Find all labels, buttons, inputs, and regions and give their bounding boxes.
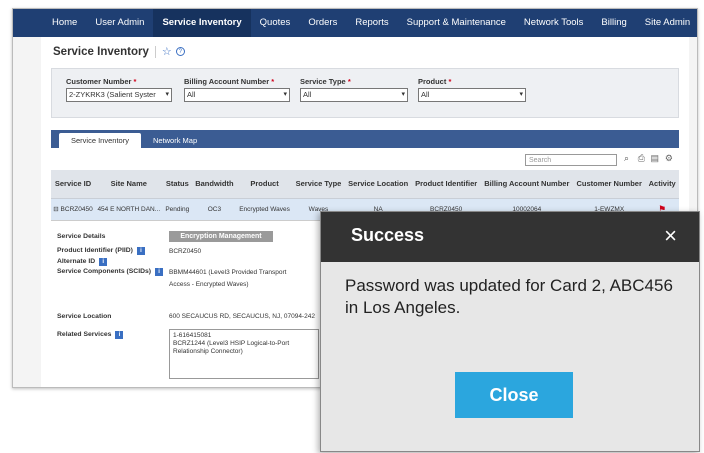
col-site-name[interactable]: Site Name	[95, 170, 163, 199]
close-button[interactable]: Close	[455, 372, 573, 418]
col-bandwidth[interactable]: Bandwidth	[191, 170, 237, 199]
service-id-link[interactable]: BCRZ0450	[61, 206, 93, 213]
service-location-label: Service Location	[57, 313, 112, 320]
customer-number-label: Customer Number	[66, 77, 132, 86]
row-expand-icon[interactable]: ⊟	[53, 206, 58, 213]
col-service-id[interactable]: Service ID	[51, 170, 95, 199]
col-status[interactable]: Status	[162, 170, 192, 199]
col-customer-number[interactable]: Customer Number	[572, 170, 646, 199]
col-product-identifier[interactable]: Product Identifier	[411, 170, 481, 199]
nav-billing[interactable]: Billing	[592, 9, 635, 37]
related-line: 1-616415081	[173, 332, 212, 339]
service-type-label: Service Type	[300, 77, 346, 86]
export-icon[interactable]: ▤	[650, 153, 659, 164]
required-marker: *	[271, 77, 275, 86]
service-components-line1: BBMM44601 (Level3 Provided Transport	[169, 269, 287, 276]
product-cell: Encrypted Waves	[236, 198, 293, 220]
info-icon[interactable]: i	[155, 268, 164, 276]
search-icon[interactable]: ⌕	[624, 153, 629, 164]
product-label: Product	[418, 77, 447, 86]
alternate-id-label: Alternate ID i	[57, 258, 108, 266]
top-navigation: Home User Admin Service Inventory Quotes…	[13, 9, 697, 37]
customer-number-filter: Customer Number * 2-ZYKRK3 (Salient Syst…	[66, 77, 172, 102]
dialog-title: Success	[351, 225, 425, 245]
col-service-location[interactable]: Service Location	[344, 170, 412, 199]
product-select[interactable]: All ▾	[418, 88, 526, 102]
nav-reports[interactable]: Reports	[346, 9, 397, 37]
nav-support-maintenance[interactable]: Support & Maintenance	[398, 9, 515, 37]
service-location-value: 600 SECAUCUS RD, SECAUCUS, NJ, 07094-242	[169, 313, 315, 320]
service-type-select[interactable]: All ▾	[300, 88, 408, 102]
info-icon[interactable]: i	[136, 247, 145, 255]
tab-service-inventory[interactable]: Service Inventory	[59, 133, 141, 148]
customer-number-value: 2-ZYKRK3 (Salient Syster	[69, 90, 156, 99]
product-identifier-value: BCRZ0450	[169, 248, 202, 255]
col-activity[interactable]: Activity	[645, 170, 679, 199]
nav-site-admin[interactable]: Site Admin	[636, 9, 697, 37]
site-name-cell: 454 E NORTH DAN...	[95, 198, 163, 220]
col-billing-account-number[interactable]: Billing Account Number	[480, 170, 573, 199]
chevron-down-icon: ▾	[401, 91, 405, 98]
chevron-down-icon: ▾	[165, 91, 169, 98]
service-id-cell[interactable]: ⊟ BCRZ0450	[51, 198, 95, 220]
customer-number-select[interactable]: 2-ZYKRK3 (Salient Syster ▾	[66, 88, 172, 102]
dialog-message: Password was updated for Card 2, ABC456 …	[345, 276, 673, 317]
title-divider	[154, 45, 156, 58]
required-marker: *	[448, 77, 452, 86]
service-details-label: Service Details	[57, 233, 106, 240]
related-line: Relationship Connector)	[173, 348, 243, 355]
chevron-down-icon: ▾	[283, 91, 287, 98]
help-icon[interactable]: ?	[175, 47, 185, 56]
gear-icon[interactable]: ⚙	[665, 153, 673, 164]
tab-network-map[interactable]: Network Map	[141, 133, 209, 148]
related-services-box[interactable]: 1-616415081 BCRZ1244 (Level3 HSIP Logica…	[169, 329, 319, 379]
page-title: Service Inventory	[53, 45, 149, 58]
page-header: Service Inventory ☆ ?	[41, 37, 689, 64]
billing-account-value: All	[187, 90, 196, 99]
nav-network-tools[interactable]: Network Tools	[515, 9, 593, 37]
service-components-line2: Access - Encrypted Waves)	[169, 281, 249, 288]
bandwidth-cell: OC3	[191, 198, 237, 220]
success-dialog: Success × Password was updated for Card …	[320, 211, 700, 452]
billing-account-label: Billing Account Number	[184, 77, 270, 86]
required-marker: *	[347, 77, 351, 86]
product-value: All	[421, 90, 430, 99]
table-toolbar: Search ⌕ ⎙ ▤ ⚙	[51, 148, 679, 170]
table-header-row: Service ID Site Name Status Bandwidth Pr…	[51, 170, 679, 199]
col-service-type[interactable]: Service Type	[292, 170, 345, 199]
service-type-value: All	[303, 90, 312, 99]
product-filter: Product * All ▾	[418, 77, 526, 102]
encryption-management-button[interactable]: Encryption Management	[169, 231, 273, 242]
service-components-label: Service Components (SCIDs) i	[57, 268, 164, 276]
dialog-header: Success ×	[321, 212, 699, 262]
view-tabs: Service Inventory Network Map	[51, 130, 679, 148]
search-input[interactable]: Search	[525, 154, 617, 166]
related-services-label: Related Services i	[57, 331, 124, 339]
chevron-down-icon: ▾	[519, 91, 523, 98]
close-icon[interactable]: ×	[664, 225, 677, 247]
nav-service-inventory[interactable]: Service Inventory	[153, 9, 251, 37]
filter-panel: Customer Number * 2-ZYKRK3 (Salient Syst…	[51, 68, 679, 118]
print-icon[interactable]: ⎙	[638, 153, 645, 164]
nav-orders[interactable]: Orders	[299, 9, 346, 37]
billing-account-select[interactable]: All ▾	[184, 88, 290, 102]
service-type-filter: Service Type * All ▾	[300, 77, 408, 102]
info-icon[interactable]: i	[99, 258, 108, 266]
favorite-star-icon[interactable]: ☆	[162, 45, 172, 58]
col-product[interactable]: Product	[236, 170, 293, 199]
info-icon[interactable]: i	[115, 331, 124, 339]
required-marker: *	[133, 77, 137, 86]
nav-user-admin[interactable]: User Admin	[86, 9, 153, 37]
product-identifier-label: Product Identifier (PIID) i	[57, 247, 145, 255]
related-line: BCRZ1244 (Level3 HSIP Logical-to-Port	[173, 340, 290, 347]
nav-quotes[interactable]: Quotes	[251, 9, 300, 37]
status-cell: Pending	[162, 198, 192, 220]
nav-home[interactable]: Home	[43, 9, 86, 37]
billing-account-filter: Billing Account Number * All ▾	[184, 77, 290, 102]
